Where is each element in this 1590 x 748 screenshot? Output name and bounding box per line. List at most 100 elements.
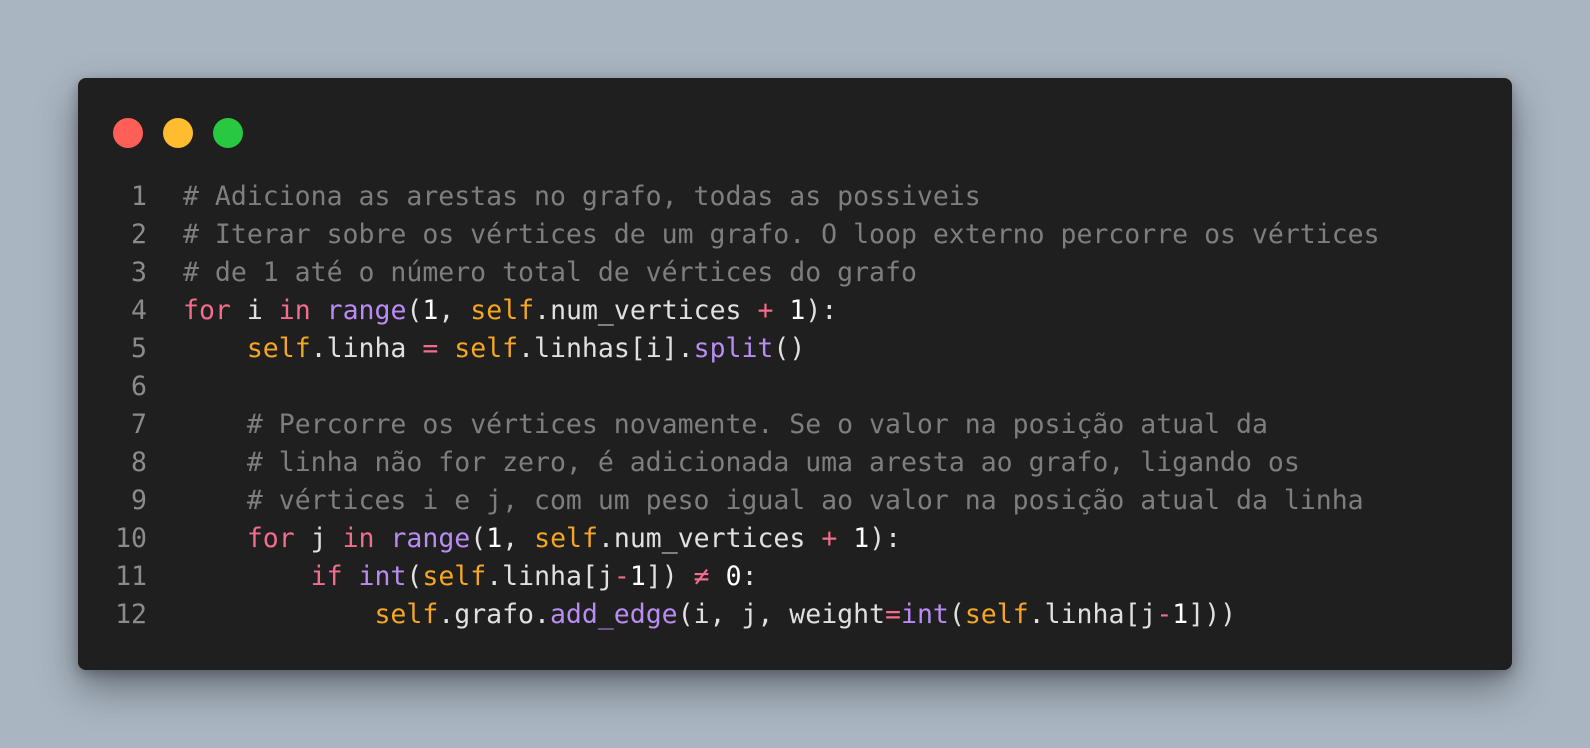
code-token: ( xyxy=(406,295,423,326)
code-token: self xyxy=(454,333,519,364)
code-line: 12 self .grafo.add_edge(i, j, weight=int(… xyxy=(78,596,1512,634)
line-number: 11 xyxy=(115,561,147,592)
code-token: = xyxy=(422,333,439,364)
code-line: 6 xyxy=(78,368,1512,406)
code-token: 1 xyxy=(486,523,503,554)
code-line: 7 # Percorre os vértices novamente. Se o… xyxy=(78,406,1512,444)
close-button[interactable] xyxy=(113,118,143,148)
code-token: ( xyxy=(948,599,965,630)
line-number: 4 xyxy=(131,295,147,326)
code-line: 4 for i in range(1, self.num_vertices + 1… xyxy=(78,292,1512,330)
maximize-button[interactable] xyxy=(213,118,243,148)
code-token: , xyxy=(502,523,535,554)
code-line: 8 # linha não for zero, é adicionada uma… xyxy=(78,444,1512,482)
code-token: int xyxy=(901,599,949,630)
line-number: 9 xyxy=(131,485,147,516)
code-token: 1 xyxy=(422,295,439,326)
code-token: # de 1 até o número total de vértices do… xyxy=(183,257,917,288)
line-number: 8 xyxy=(131,447,147,478)
code-token: in xyxy=(342,523,375,554)
code-token: int xyxy=(358,561,407,592)
code-window: 1 # Adiciona as arestas no grafo, todas a… xyxy=(78,78,1512,670)
code-token: range xyxy=(390,523,471,554)
code-token: for xyxy=(246,523,295,554)
line-number: 3 xyxy=(131,257,147,288)
code-token: # linha não for zero, é adicionada uma a… xyxy=(246,447,1300,478)
line-content: self.linha = self.linhas[i].split() xyxy=(183,330,805,368)
code-token: ( xyxy=(406,561,423,592)
code-line: 2 # Iterar sobre os vértices de um grafo.… xyxy=(78,216,1512,254)
code-line: 3 # de 1 até o número total de vértices d… xyxy=(78,254,1512,292)
code-token: ( xyxy=(470,523,487,554)
line-content: # de 1 até o número total de vértices do… xyxy=(183,254,917,292)
code-token: add_edge xyxy=(549,599,678,630)
code-block: 1 # Adiciona as arestas no grafo, todas a… xyxy=(78,178,1512,634)
code-line: 10 for j in range(1, self.num_vertices +… xyxy=(78,520,1512,558)
code-token: ≠ xyxy=(693,561,710,592)
line-content: # Percorre os vértices novamente. Se o v… xyxy=(183,406,1268,444)
line-content: # Iterar sobre os vértices de um grafo. … xyxy=(183,216,1380,254)
code-line: 9 # vértices i e j, com um peso igual ao… xyxy=(78,482,1512,520)
line-number: 6 xyxy=(131,371,147,402)
code-token: .num_vertices xyxy=(597,523,822,554)
code-line: 5 self.linha = self.linhas[i].split() xyxy=(78,330,1512,368)
code-token: - xyxy=(613,561,630,592)
code-token: + xyxy=(757,295,774,326)
line-content: for i in range(1, self.num_vertices + 1)… xyxy=(183,292,837,330)
code-token: .grafo. xyxy=(438,599,550,630)
code-token: j xyxy=(294,523,343,554)
code-token: range xyxy=(326,295,407,326)
code-token: + xyxy=(821,523,838,554)
code-line: 1 # Adiciona as arestas no grafo, todas a… xyxy=(78,178,1512,216)
code-token: .linhas[i]. xyxy=(518,333,694,364)
line-number: 12 xyxy=(115,599,147,630)
code-token: self xyxy=(964,599,1029,630)
code-token: split xyxy=(693,333,774,364)
code-token: .linha[j xyxy=(1028,599,1157,630)
line-number: 1 xyxy=(131,181,147,212)
code-token: .linha xyxy=(310,333,423,364)
code-token: - xyxy=(1156,599,1173,630)
code-token: # vértices i e j, com um peso igual ao v… xyxy=(246,485,1364,516)
code-token: self xyxy=(470,295,535,326)
line-content: self.grafo.add_edge(i, j, weight=int(sel… xyxy=(183,596,1236,634)
code-token: = xyxy=(885,599,901,630)
code-token: (i, j, weight xyxy=(677,599,886,630)
code-token: () xyxy=(773,333,806,364)
code-token: 1 xyxy=(629,561,646,592)
code-token: .linha[j xyxy=(486,561,614,592)
code-token: i xyxy=(230,295,279,326)
window-controls xyxy=(113,118,243,148)
line-content: for j in range(1, self.num_vertices + 1)… xyxy=(183,520,901,558)
code-token: in xyxy=(278,295,311,326)
line-number: 2 xyxy=(131,219,147,250)
code-token: ): xyxy=(869,523,902,554)
line-number: 7 xyxy=(131,409,147,440)
code-token: 1 xyxy=(789,295,806,326)
line-number: 5 xyxy=(131,333,147,364)
code-token: 1 xyxy=(853,523,870,554)
code-token: : xyxy=(741,561,758,592)
line-content: # vértices i e j, com um peso igual ao v… xyxy=(183,482,1364,520)
line-number: 10 xyxy=(115,523,147,554)
code-line: 11 if int(self.linha[j-1]) ≠ 0: xyxy=(78,558,1512,596)
code-token: # Iterar sobre os vértices de um grafo. … xyxy=(183,219,1380,250)
minimize-button[interactable] xyxy=(163,118,193,148)
code-token: ])) xyxy=(1188,599,1237,630)
code-token: self xyxy=(246,333,311,364)
code-token: # Adiciona as arestas no grafo, todas as… xyxy=(183,181,981,212)
code-token: ]) xyxy=(645,561,694,592)
code-token: for xyxy=(183,295,231,326)
